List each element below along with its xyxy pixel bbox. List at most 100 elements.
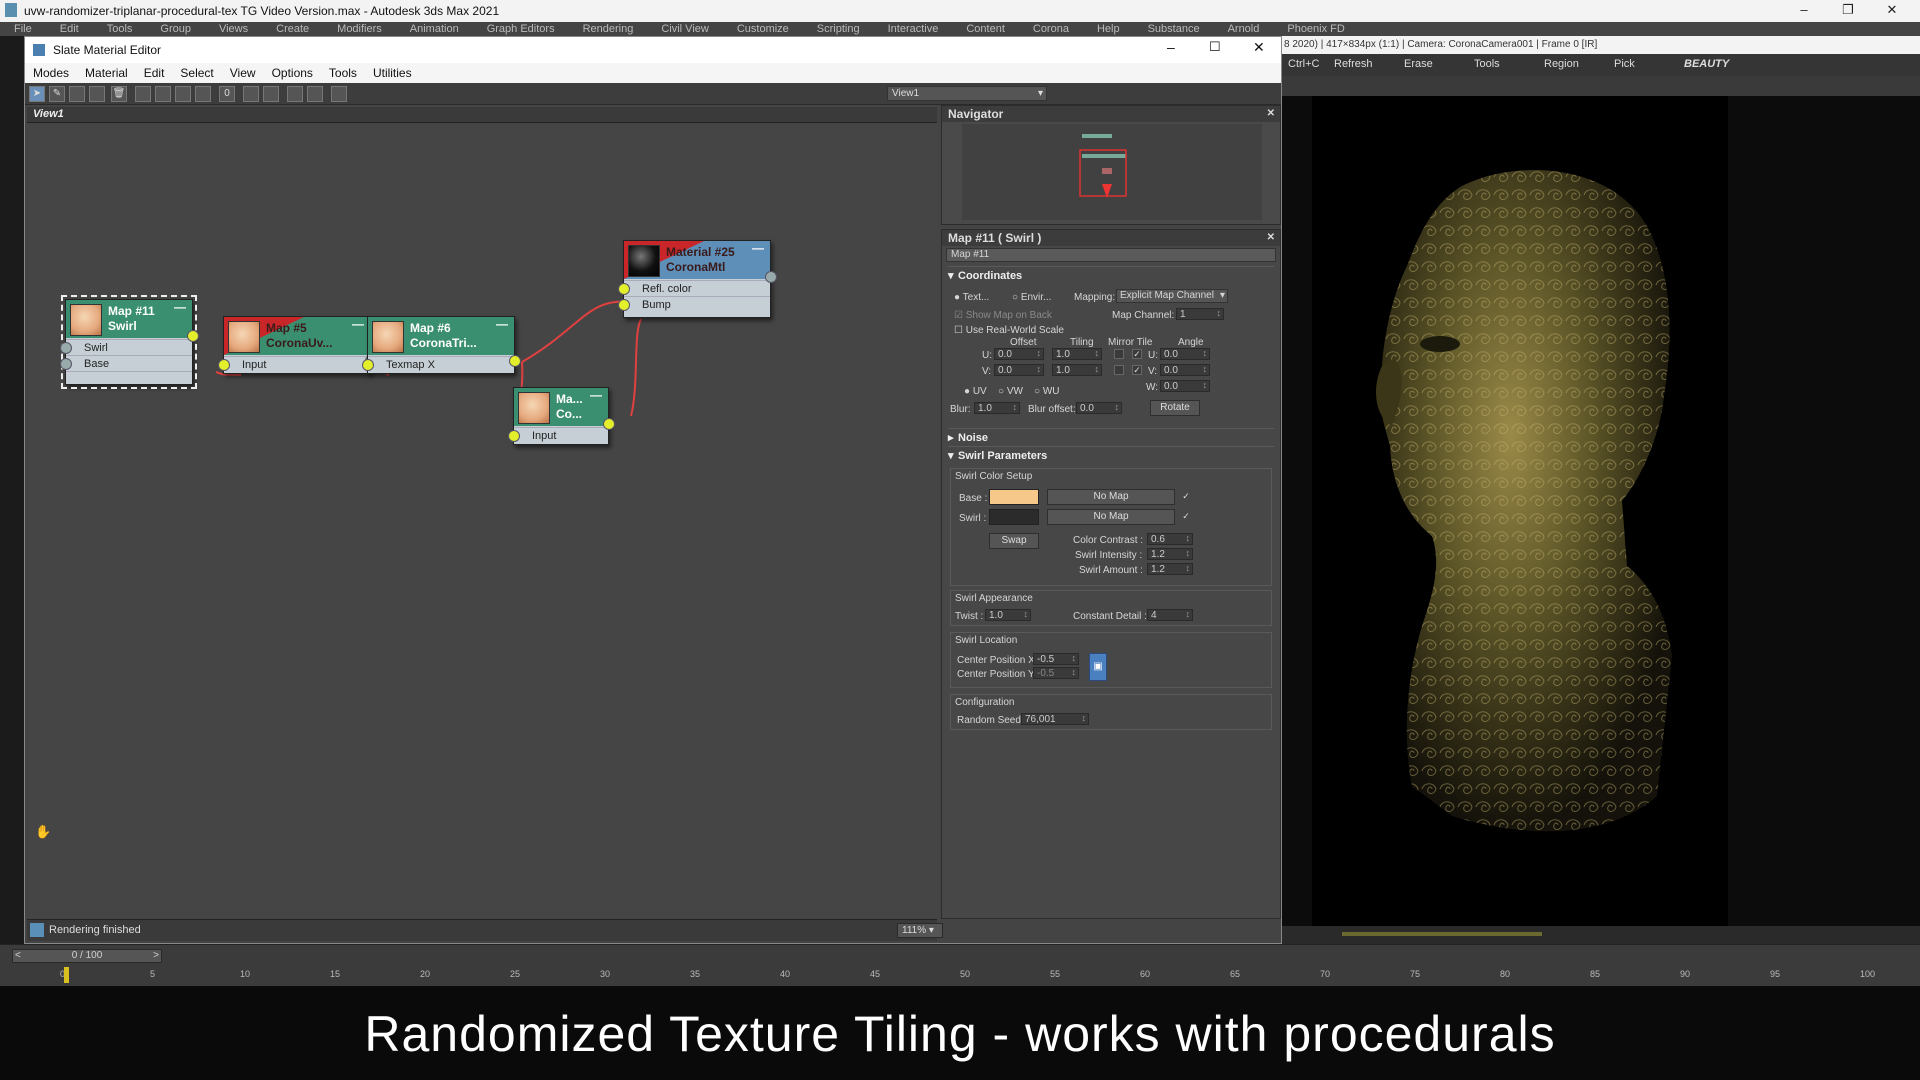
maximize-icon[interactable]: ☐ xyxy=(1209,39,1221,55)
collapse-icon[interactable]: — xyxy=(174,300,186,314)
maximize-icon[interactable]: ❐ xyxy=(1826,0,1870,22)
app-menu-item[interactable]: Interactive xyxy=(888,22,939,36)
lock-icon[interactable]: ▣ xyxy=(1089,653,1107,681)
slot-refl-color[interactable]: Refl. color xyxy=(624,280,770,296)
material-id-icon[interactable]: 0 xyxy=(219,86,235,102)
sme-menu-item[interactable]: Tools xyxy=(329,66,357,80)
rollout-swirl-parameters[interactable]: ▾ Swirl Parameters xyxy=(948,446,1274,464)
layout-all-icon[interactable] xyxy=(243,86,259,102)
app-menu-item[interactable]: Edit xyxy=(60,22,79,36)
u-angle-spinner[interactable]: 0.0 xyxy=(1160,348,1210,360)
slot-bump[interactable]: Bump xyxy=(624,296,770,312)
close-icon[interactable]: ✕ xyxy=(1870,0,1914,22)
zoom-dropdown[interactable]: 111% ▾ xyxy=(897,923,943,938)
material-map-browser-icon[interactable] xyxy=(307,86,323,102)
swirl-amount-spinner[interactable]: 1.2 xyxy=(1147,563,1193,575)
navigator-preview[interactable] xyxy=(962,124,1262,220)
u-tiling-spinner[interactable]: 1.0 xyxy=(1052,348,1102,360)
assign-material-icon[interactable] xyxy=(89,86,105,102)
u-tile-checkbox[interactable]: ✓ xyxy=(1132,349,1142,359)
show-background-icon[interactable] xyxy=(195,86,211,102)
constant-detail-spinner[interactable]: 4 xyxy=(1147,609,1193,621)
swirl-color-swatch[interactable] xyxy=(989,509,1039,525)
vfb-toolbar-item[interactable]: Region xyxy=(1544,58,1579,70)
base-color-swatch[interactable] xyxy=(989,489,1039,505)
vfb-toolbar-item[interactable]: Refresh xyxy=(1334,58,1373,70)
app-menu-item[interactable]: Views xyxy=(219,22,248,36)
app-menu-item[interactable]: Substance xyxy=(1148,22,1200,36)
base-map-checkbox[interactable]: ✓ xyxy=(1181,492,1191,502)
move-children-icon[interactable] xyxy=(135,86,151,102)
close-icon[interactable]: ✕ xyxy=(1267,230,1275,246)
rotate-button[interactable]: Rotate xyxy=(1150,400,1200,416)
close-icon[interactable]: ✕ xyxy=(1253,39,1265,56)
app-menu-item[interactable]: Arnold xyxy=(1228,22,1260,36)
u-offset-spinner[interactable]: 0.0 xyxy=(994,348,1044,360)
close-icon[interactable]: ✕ xyxy=(1267,106,1275,122)
sme-menu-item[interactable]: View xyxy=(230,66,256,80)
app-menu-item[interactable]: Tools xyxy=(107,22,133,36)
pan-hand-icon[interactable]: ✋ xyxy=(35,824,51,840)
node-view-canvas[interactable]: Map #11 Swirl — Swirl Base Map #5 CoronaUv… xyxy=(27,124,937,918)
collapse-icon[interactable]: — xyxy=(752,241,764,255)
hide-unused-icon[interactable] xyxy=(155,86,171,102)
chevron-left-icon[interactable]: < xyxy=(15,950,21,962)
swirl-intensity-spinner[interactable]: 1.2 xyxy=(1147,548,1193,560)
vfb-toolbar-item[interactable]: Ctrl+C xyxy=(1288,58,1319,70)
input-pin[interactable] xyxy=(618,283,630,295)
node-corona-triplanar[interactable]: Map #6 CoronaTri... — Texmap X xyxy=(362,316,521,374)
v-tile-checkbox[interactable]: ✓ xyxy=(1132,365,1142,375)
delete-icon[interactable]: 🗑 xyxy=(111,86,127,102)
v-mirror-checkbox[interactable] xyxy=(1114,365,1124,375)
radio-uv[interactable]: ● UV xyxy=(964,386,987,397)
layout-children-icon[interactable] xyxy=(263,86,279,102)
sme-menu-item[interactable]: Utilities xyxy=(373,66,412,80)
material-parameter-editor-icon[interactable] xyxy=(287,86,303,102)
time-slider[interactable]: < 0 / 100 > xyxy=(12,949,162,963)
time-cursor[interactable] xyxy=(64,967,69,983)
app-menu-item[interactable]: Group xyxy=(160,22,191,36)
app-menu-item[interactable]: Scripting xyxy=(817,22,860,36)
timeline[interactable]: < 0 / 100 > 0 5 10 15 20 25 30 35 40 45 50 55 60 65 70… xyxy=(0,944,1920,986)
slot-texmap-x[interactable]: Texmap X xyxy=(368,356,514,372)
w-angle-spinner[interactable]: 0.0 xyxy=(1160,380,1210,392)
show-map-on-back-checkbox[interactable]: ☑ Show Map on Back xyxy=(954,310,1052,321)
radio-vw[interactable]: ○ VW xyxy=(998,386,1023,397)
output-pin[interactable] xyxy=(187,330,199,342)
node-corona-uvw-randomizer[interactable]: Map #5 CoronaUv... — Input xyxy=(218,316,377,374)
sme-menu-item[interactable]: Material xyxy=(85,66,128,80)
slot-input[interactable]: Input xyxy=(514,427,608,443)
view-dropdown[interactable]: View1 ▾ xyxy=(887,86,1047,101)
sme-menu-item[interactable]: Modes xyxy=(33,66,69,80)
input-pin[interactable] xyxy=(362,359,374,371)
select-by-material-icon[interactable] xyxy=(331,86,347,102)
minimize-icon[interactable]: – xyxy=(1782,0,1826,22)
vfb-toolbar-item[interactable]: Tools xyxy=(1474,58,1500,70)
sme-menu-item[interactable]: Options xyxy=(272,66,313,80)
mapping-dropdown[interactable]: Explicit Map Channel ▾ xyxy=(1116,289,1228,303)
center-y-spinner[interactable]: -0.5 xyxy=(1033,667,1079,679)
vfb-toolbar-item[interactable]: BEAUTY xyxy=(1684,58,1729,70)
collapse-icon[interactable]: — xyxy=(590,388,602,402)
app-menu-item[interactable]: Animation xyxy=(410,22,459,36)
sme-menu-item[interactable]: Edit xyxy=(144,66,165,80)
app-menu-item[interactable]: Civil View xyxy=(661,22,708,36)
input-pin[interactable] xyxy=(618,299,630,311)
app-menu-item[interactable]: Modifiers xyxy=(337,22,382,36)
app-menu-item[interactable]: Help xyxy=(1097,22,1120,36)
show-map-icon[interactable] xyxy=(175,86,191,102)
input-pin[interactable] xyxy=(508,430,520,442)
collapse-icon[interactable]: — xyxy=(352,317,364,331)
select-tool-icon[interactable]: ➤ xyxy=(29,86,45,102)
swirl-map-button[interactable]: No Map xyxy=(1047,509,1175,525)
vfb-toolbar-item[interactable]: Erase xyxy=(1404,58,1433,70)
blur-spinner[interactable]: 1.0 xyxy=(974,402,1020,414)
pick-material-icon[interactable]: ✎ xyxy=(49,86,65,102)
app-menu-item[interactable]: Phoenix FD xyxy=(1287,22,1344,36)
input-pin[interactable] xyxy=(60,342,72,354)
chevron-right-icon[interactable]: > xyxy=(153,950,159,962)
twist-spinner[interactable]: 1.0 xyxy=(985,609,1031,621)
sme-menu-item[interactable]: Select xyxy=(180,66,213,80)
v-angle-spinner[interactable]: 0.0 xyxy=(1160,364,1210,376)
random-seed-spinner[interactable]: 76,001 xyxy=(1021,713,1089,725)
